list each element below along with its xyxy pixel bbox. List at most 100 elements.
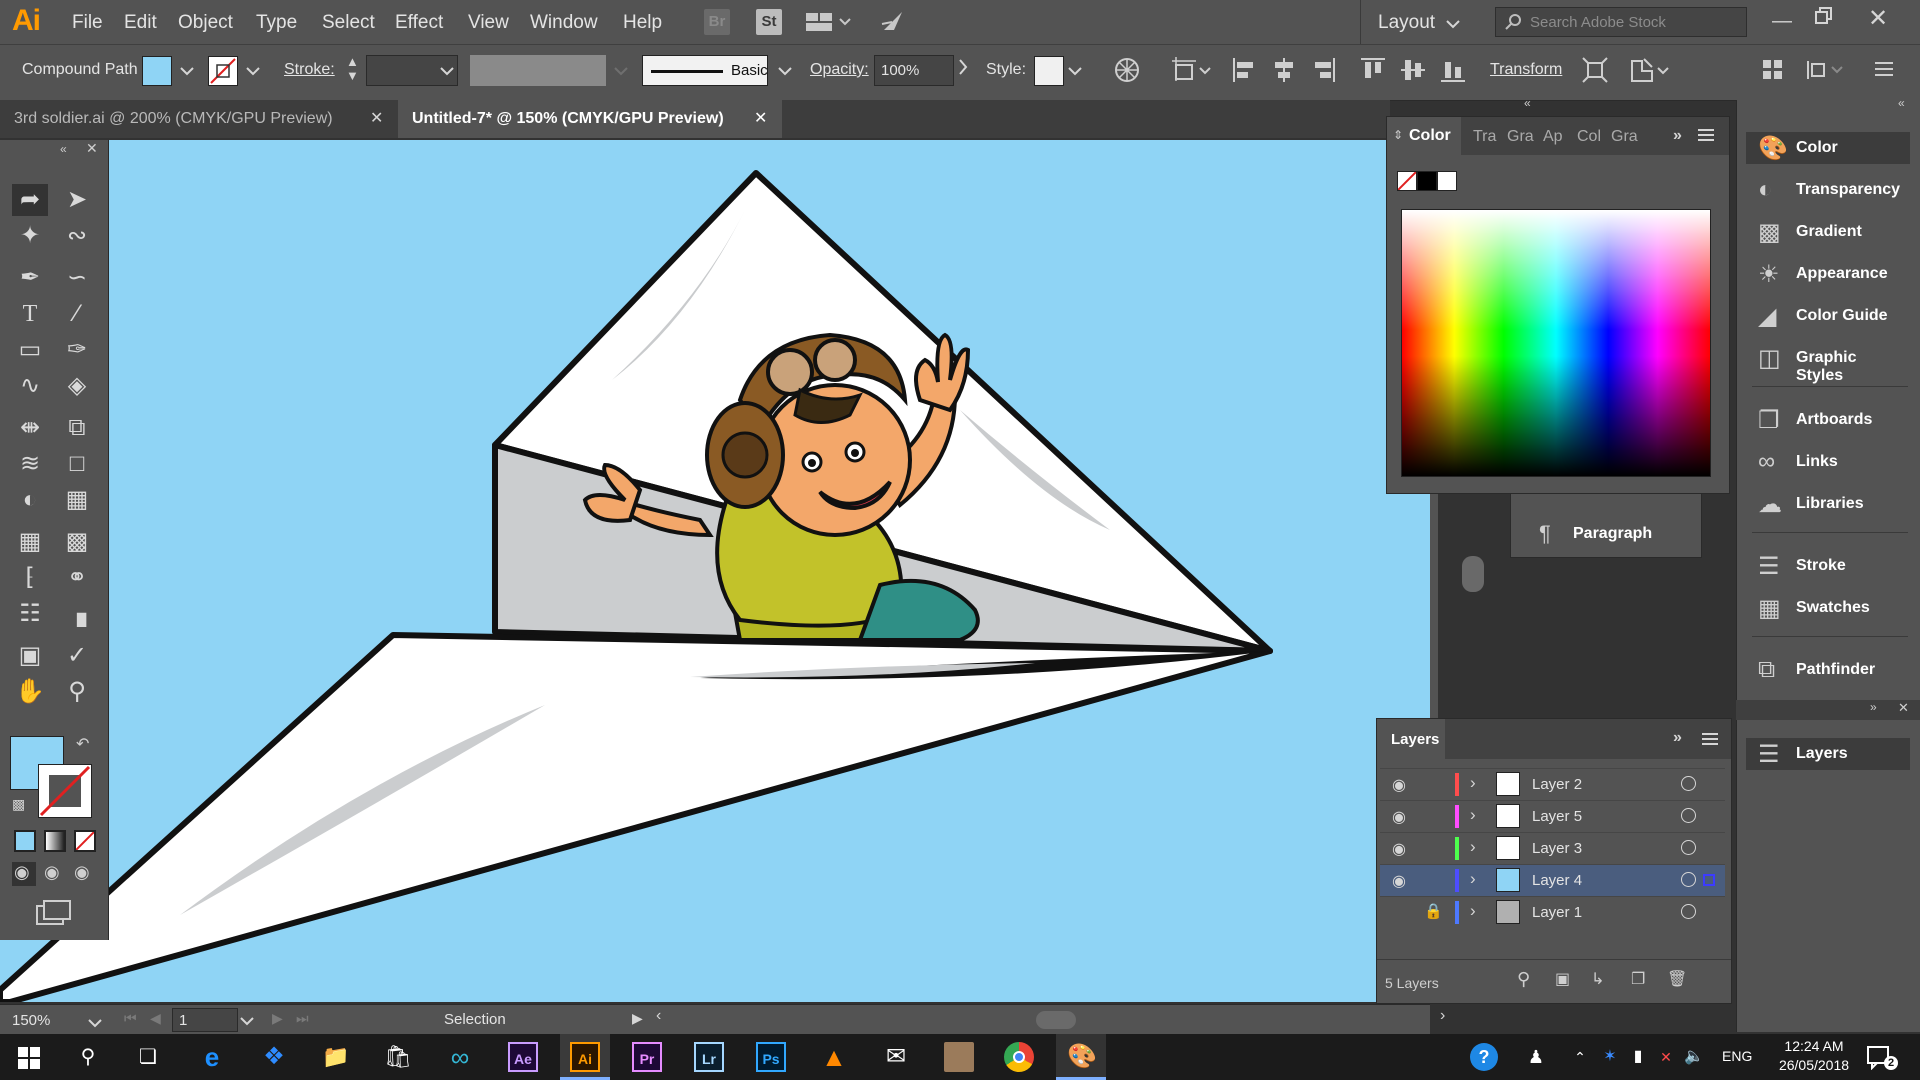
menu-view[interactable]: View bbox=[468, 12, 509, 34]
avatar[interactable] bbox=[944, 1042, 974, 1072]
layer-row-layer-3[interactable]: ◉ › Layer 3 bbox=[1380, 832, 1725, 864]
create-sublayer-icon[interactable]: ↳ bbox=[1591, 969, 1604, 989]
close-icon[interactable]: ✕ bbox=[754, 100, 767, 138]
target-icon[interactable] bbox=[1681, 872, 1696, 887]
last-artboard-icon[interactable]: ⏭ bbox=[296, 1010, 309, 1027]
workspace-switcher[interactable]: Layout bbox=[1378, 12, 1435, 34]
stroke-color-box[interactable] bbox=[38, 764, 92, 818]
symbol-sprayer-tool-icon[interactable]: ☷ bbox=[13, 598, 47, 630]
layer-row-layer-4[interactable]: ◉ › Layer 4 bbox=[1380, 864, 1725, 896]
dock-stroke[interactable]: ☰ Stroke bbox=[1752, 548, 1902, 588]
infinity-app-icon[interactable]: ∞ bbox=[444, 1042, 476, 1072]
reflect-tool-icon[interactable]: ⇼ bbox=[13, 412, 47, 444]
menu-select[interactable]: Select bbox=[322, 12, 375, 34]
chevron-right-icon[interactable]: › bbox=[1470, 837, 1476, 857]
dock-transparency[interactable]: ◐ Transparency bbox=[1752, 172, 1902, 212]
dock-appearance[interactable]: ☀ Appearance bbox=[1752, 256, 1902, 296]
white-swatch[interactable] bbox=[1437, 171, 1457, 191]
menu-object[interactable]: Object bbox=[178, 12, 233, 34]
paragraph-label[interactable]: Paragraph bbox=[1573, 525, 1652, 543]
panel-menu-icon[interactable] bbox=[1874, 59, 1894, 84]
selection-tool-icon[interactable]: ➦ bbox=[13, 184, 47, 216]
paintbrush-tool-icon[interactable]: ✑ bbox=[60, 334, 94, 366]
chevron-right-icon[interactable]: › bbox=[1470, 901, 1476, 921]
chevron-down-icon[interactable] bbox=[88, 1015, 102, 1033]
black-swatch[interactable] bbox=[1417, 171, 1437, 191]
dock-color[interactable]: 🎨 Color bbox=[1752, 130, 1902, 170]
chevron-right-icon[interactable] bbox=[958, 59, 968, 80]
stroke-label[interactable]: Stroke: bbox=[284, 61, 335, 79]
draw-normal-icon[interactable]: ◉ bbox=[14, 862, 30, 883]
none-swatch[interactable] bbox=[1397, 171, 1417, 191]
eyedropper-tool-icon[interactable]: ⁅ bbox=[13, 562, 47, 594]
menu-edit[interactable]: Edit bbox=[124, 12, 157, 34]
tab-graphic-styles[interactable]: Gra bbox=[1611, 128, 1638, 146]
align-horizontal-center-icon[interactable] bbox=[1272, 57, 1296, 88]
stroke-weight-stepper[interactable]: ▲ ▼ bbox=[346, 55, 359, 83]
collapse-panel-icon[interactable]: « bbox=[1524, 96, 1531, 110]
photoshop-icon[interactable]: Ps bbox=[756, 1042, 786, 1072]
target-icon[interactable] bbox=[1681, 776, 1696, 791]
line-tool-icon[interactable]: ∕ bbox=[60, 298, 94, 330]
chevron-down-icon[interactable] bbox=[440, 63, 454, 81]
tab-color-guide[interactable]: Col bbox=[1577, 128, 1601, 146]
recolor-artwork-icon[interactable] bbox=[1114, 57, 1140, 88]
isolate-object-icon[interactable] bbox=[1628, 57, 1672, 88]
tab-untitled-7[interactable]: Untitled-7* @ 150% (CMYK/GPU Preview) ✕ bbox=[398, 100, 782, 138]
lightroom-icon[interactable]: Lr bbox=[694, 1042, 724, 1072]
vlc-icon[interactable]: ▲ bbox=[818, 1042, 850, 1072]
graphic-style-swatch[interactable] bbox=[1034, 56, 1064, 86]
edge-browser-icon[interactable]: e bbox=[196, 1042, 228, 1072]
stock-search-input[interactable]: Search Adobe Stock bbox=[1495, 7, 1747, 37]
menu-effect[interactable]: Effect bbox=[395, 12, 443, 34]
curvature-tool-icon[interactable]: ∽ bbox=[60, 262, 94, 294]
store-icon[interactable]: 🛍 bbox=[382, 1042, 414, 1072]
target-icon[interactable] bbox=[1681, 808, 1696, 823]
bridge-icon[interactable]: Br bbox=[704, 9, 730, 35]
pen-tool-icon[interactable]: ✒ bbox=[13, 262, 47, 294]
shaper-tool-icon[interactable]: ∿ bbox=[13, 370, 47, 402]
tab-3rd-soldier[interactable]: 3rd soldier.ai @ 200% (CMYK/GPU Preview)… bbox=[0, 100, 396, 138]
color-spectrum-picker[interactable] bbox=[1401, 209, 1711, 477]
tab-gradient[interactable]: Gra bbox=[1507, 128, 1534, 146]
dock-swatches[interactable]: ▦ Swatches bbox=[1752, 590, 1902, 630]
close-window-button[interactable]: ✕ bbox=[1868, 4, 1888, 33]
volume-icon[interactable]: 🔈 bbox=[1678, 1042, 1710, 1072]
close-icon[interactable]: ✕ bbox=[370, 100, 383, 138]
first-artboard-icon[interactable]: ⏮ bbox=[124, 1010, 137, 1027]
scroll-right-icon[interactable]: › bbox=[1440, 1007, 1445, 1025]
menu-type[interactable]: Type bbox=[256, 12, 297, 34]
chevron-right-icon[interactable]: › bbox=[1470, 869, 1476, 889]
arrange-icon[interactable] bbox=[1762, 59, 1784, 86]
eraser-tool-icon[interactable]: ◈ bbox=[60, 370, 94, 402]
chevron-down-icon[interactable] bbox=[778, 63, 792, 81]
tab-options-icon[interactable]: ⇕ bbox=[1393, 128, 1403, 142]
magic-wand-tool-icon[interactable]: ✦ bbox=[13, 220, 47, 252]
dock-pathfinder[interactable]: ⧉ Pathfinder bbox=[1752, 652, 1902, 692]
color-mode-icon[interactable] bbox=[14, 830, 36, 852]
people-icon[interactable]: ♟ bbox=[1520, 1042, 1552, 1072]
chrome-icon[interactable] bbox=[1004, 1042, 1034, 1072]
panel-scrollbar-thumb[interactable] bbox=[1462, 556, 1484, 592]
zoom-tool-icon[interactable]: ⚲ bbox=[60, 676, 94, 708]
dropbox-icon[interactable]: ❖ bbox=[258, 1042, 290, 1072]
warp-tool-icon[interactable]: ≋ bbox=[13, 448, 47, 480]
dock-layers[interactable]: ☰ Layers bbox=[1752, 736, 1902, 776]
menu-help[interactable]: Help bbox=[623, 12, 662, 34]
blend-tool-icon[interactable]: ⚭ bbox=[60, 562, 94, 594]
brush-definition[interactable]: Basic bbox=[642, 55, 768, 86]
collapse-dock-icon[interactable]: « bbox=[1898, 96, 1905, 110]
swap-fill-stroke-icon[interactable]: ↶ bbox=[76, 734, 89, 754]
layer-row-layer-1[interactable]: 🔒 › Layer 1 bbox=[1380, 896, 1725, 928]
direct-selection-tool-icon[interactable]: ➤ bbox=[60, 184, 94, 216]
after-effects-icon[interactable]: Ae bbox=[508, 1042, 538, 1072]
mail-icon[interactable]: ✉ bbox=[880, 1042, 912, 1072]
tab-transparency[interactable]: Tra bbox=[1473, 128, 1496, 146]
dock-graphic-styles[interactable]: ◫ Graphic Styles bbox=[1752, 340, 1902, 384]
layer-row-layer-2[interactable]: ◉ › Layer 2 bbox=[1380, 768, 1725, 800]
chevron-down-icon[interactable] bbox=[180, 63, 194, 81]
scale-tool-icon[interactable]: ⧉ bbox=[60, 412, 94, 444]
dock-artboards[interactable]: ❐ Artboards bbox=[1752, 402, 1902, 442]
rectangle-tool-icon[interactable]: ▭ bbox=[13, 334, 47, 366]
layer-name[interactable]: Layer 3 bbox=[1532, 840, 1582, 857]
